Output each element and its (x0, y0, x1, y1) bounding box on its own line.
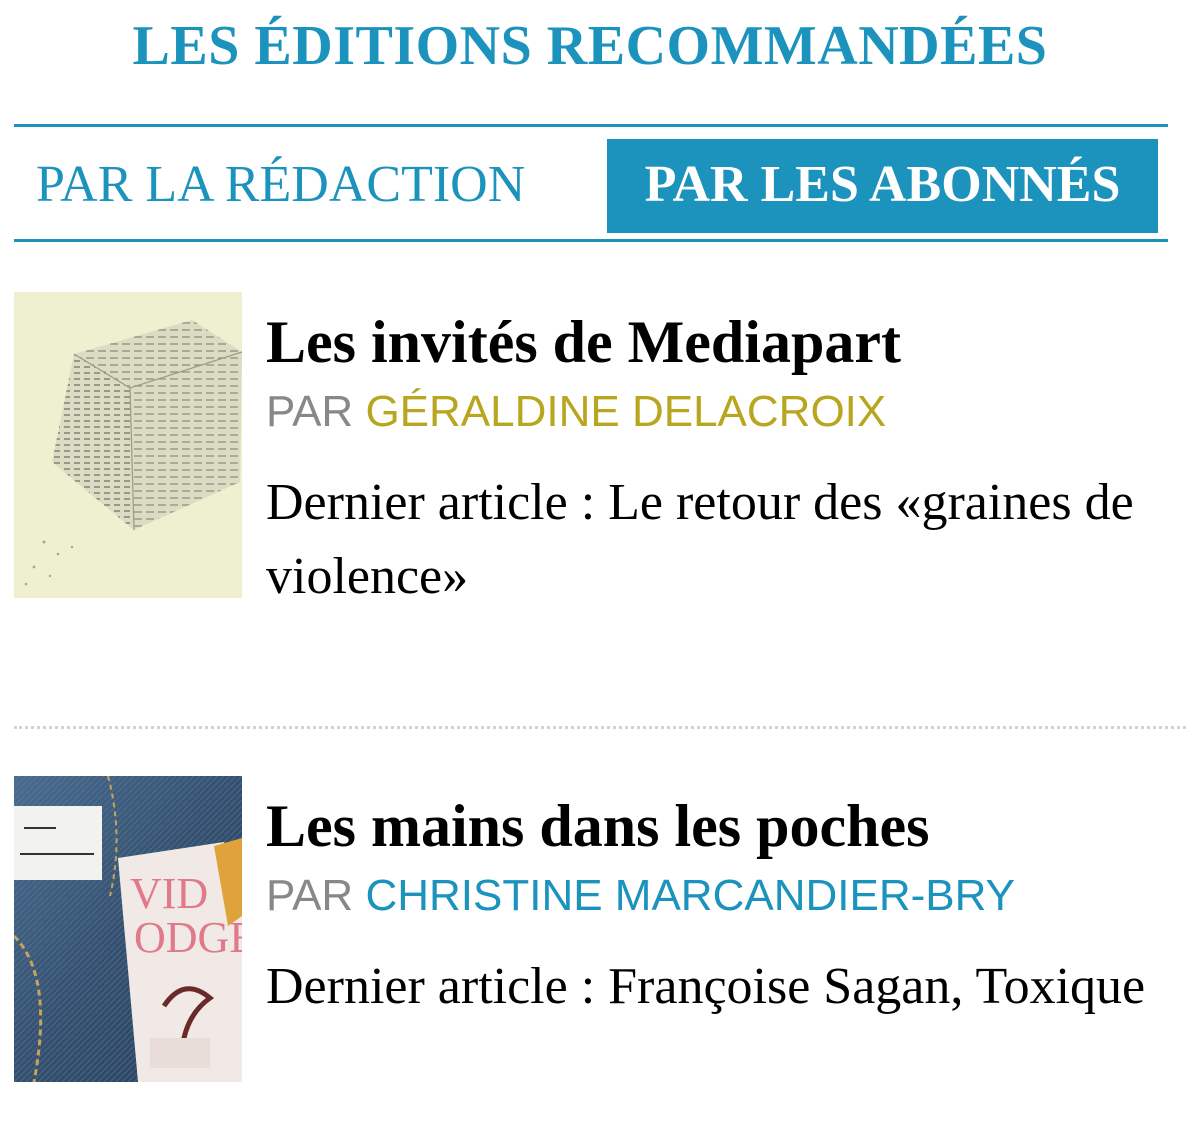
byline-prefix: PAR (266, 871, 354, 920)
edition-thumbnail[interactable] (14, 292, 242, 598)
section-title: LES ÉDITIONS RECOMMANDÉES (132, 15, 1048, 77)
author-link[interactable]: CHRISTINE MARCANDIER-BRY (365, 871, 1014, 920)
byline-prefix: PAR (266, 387, 354, 436)
edition-title[interactable]: Les invités de Mediapart (266, 306, 901, 378)
edition-byline: PAR CHRISTINE MARCANDIER-BRY (266, 866, 1015, 926)
edition-byline: PAR GÉRALDINE DELACROIX (266, 382, 886, 442)
edition-thumbnail[interactable]: VID ODGE (14, 776, 242, 1082)
svg-text:VID: VID (130, 869, 208, 918)
edition-title[interactable]: Les mains dans les poches (266, 790, 929, 862)
tab-par-la-redaction[interactable]: PAR LA RÉDACTION (36, 139, 525, 231)
divider (14, 726, 1186, 729)
tab-par-les-abonnes[interactable]: PAR LES ABONNÉS (607, 139, 1158, 233)
latest-article-link[interactable]: Dernier article : Françoise Sagan, Toxiq… (266, 950, 1146, 1024)
svg-text:ODGE: ODGE (134, 913, 242, 962)
cube-drawing-image (14, 292, 242, 598)
author-link[interactable]: GÉRALDINE DELACROIX (365, 387, 886, 436)
latest-article-link[interactable]: Dernier article : Le retour des «graines… (266, 466, 1146, 614)
tab-bar: PAR LA RÉDACTION PAR LES ABONNÉS (14, 124, 1168, 242)
book-in-pocket-image: VID ODGE (14, 776, 242, 1082)
